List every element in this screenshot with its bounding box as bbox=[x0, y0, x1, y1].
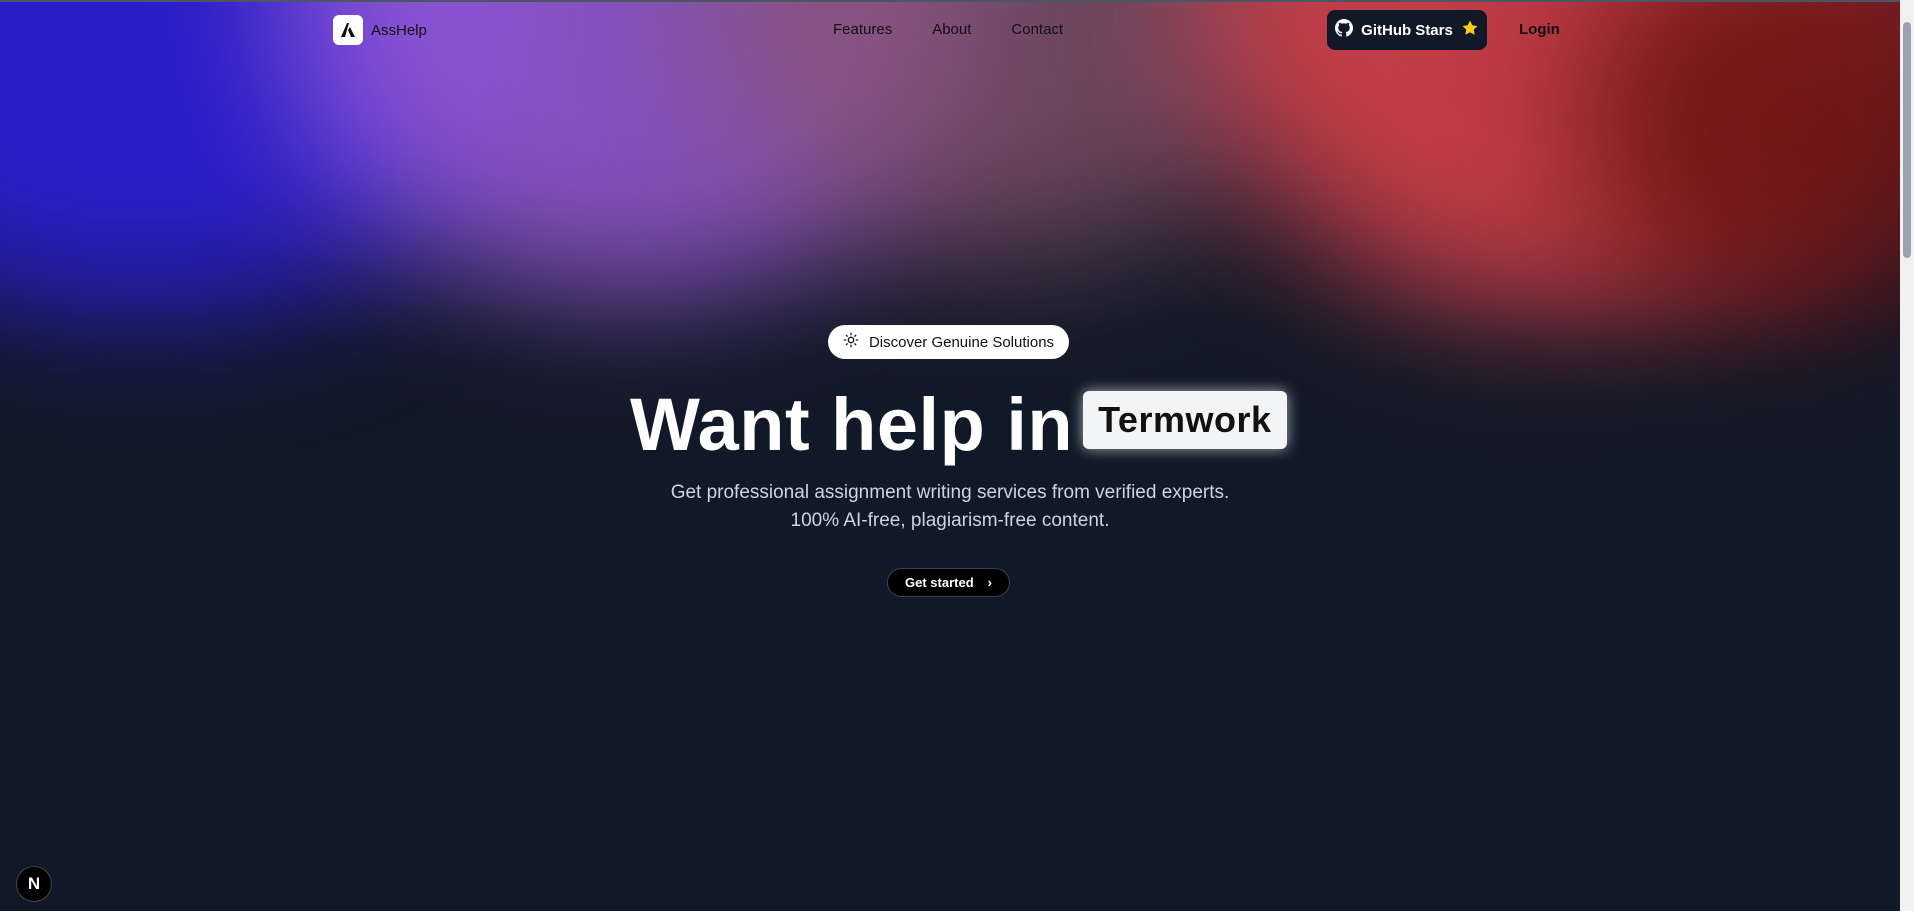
nextjs-dev-badge[interactable]: N bbox=[16, 866, 52, 902]
hero-subtitle-line1: Get professional assignment writing serv… bbox=[670, 482, 1230, 503]
star-icon bbox=[1461, 19, 1479, 41]
github-stars-button[interactable]: GitHub Stars bbox=[1327, 10, 1487, 50]
top-nav: AssHelp Features About Contact GitHub St… bbox=[0, 0, 1900, 60]
hero-badge-label: Discover Genuine Solutions bbox=[868, 333, 1055, 351]
hero-badge: Discover Genuine Solutions bbox=[828, 325, 1069, 359]
nav-links: Features About Contact bbox=[833, 21, 1063, 38]
nav-link-about[interactable]: About bbox=[932, 21, 971, 38]
sun-icon bbox=[843, 332, 859, 352]
nextjs-n-icon: N bbox=[27, 874, 41, 893]
page-scrollbar[interactable] bbox=[1900, 0, 1914, 911]
scrollbar-thumb[interactable] bbox=[1903, 22, 1911, 258]
get-started-button[interactable]: Get started › bbox=[887, 568, 1010, 597]
hero-headline: Want help in Termwork bbox=[630, 382, 1287, 467]
nav-link-features[interactable]: Features bbox=[833, 21, 892, 38]
get-started-label: Get started bbox=[905, 575, 974, 590]
nav-link-contact[interactable]: Contact bbox=[1011, 21, 1063, 38]
chevron-right-icon: › bbox=[987, 575, 992, 590]
brand-name: AssHelp bbox=[371, 21, 427, 39]
hero-subtitle-line2: 100% AI-free, plagiarism-free content. bbox=[790, 510, 1110, 531]
brand-logo-link[interactable]: AssHelp bbox=[333, 15, 427, 45]
login-link[interactable]: Login bbox=[1519, 21, 1560, 38]
github-icon bbox=[1335, 19, 1354, 41]
hero-headline-text: Want help in bbox=[630, 383, 1074, 466]
github-stars-label: GitHub Stars bbox=[1361, 21, 1453, 39]
hero-rotating-word: Termwork bbox=[1083, 390, 1287, 449]
logo-a-icon bbox=[333, 15, 363, 45]
